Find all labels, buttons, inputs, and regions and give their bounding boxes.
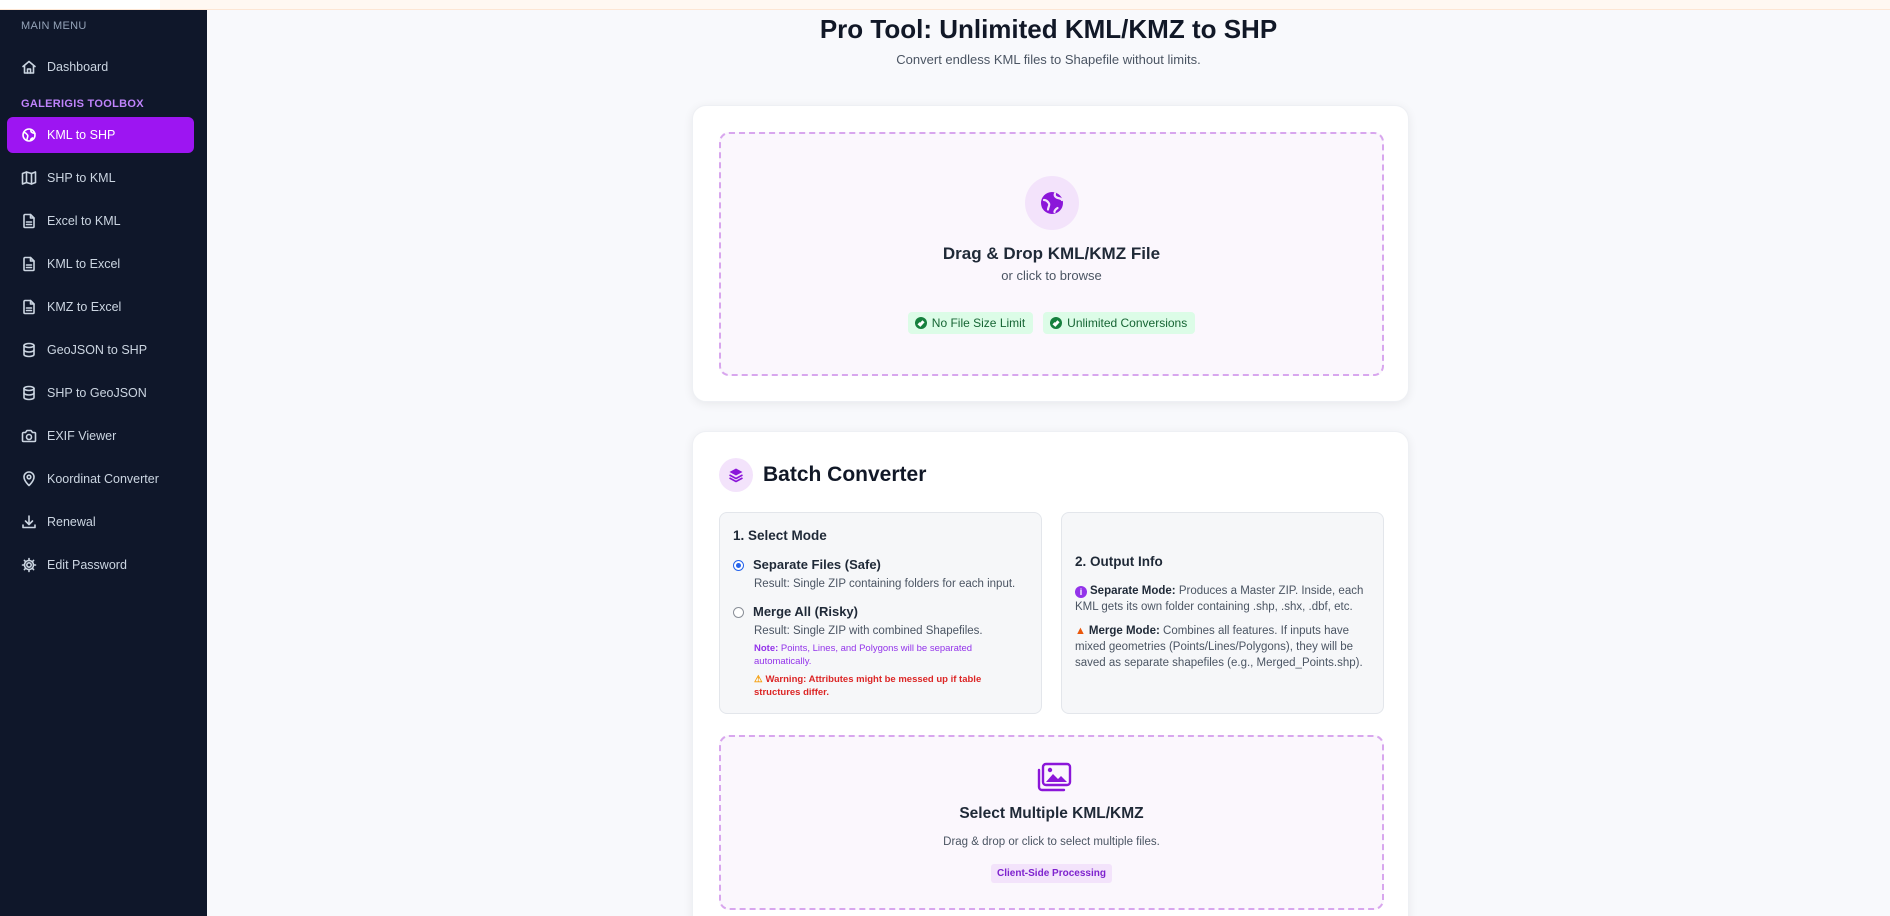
sidebar-item-label: GeoJSON to SHP xyxy=(47,343,148,357)
top-notice-bar xyxy=(160,0,1890,9)
sidebar-item-dashboard[interactable]: Dashboard xyxy=(7,49,194,85)
sidebar-item-kmz-to-excel[interactable]: KMZ to Excel xyxy=(7,289,194,325)
merge-note: Note: Points, Lines, and Polygons will b… xyxy=(754,642,1014,668)
images-icon xyxy=(1037,762,1072,792)
camera-icon xyxy=(21,428,37,444)
warning-icon: ▲ xyxy=(1075,625,1086,637)
info-icon: i xyxy=(1075,586,1087,598)
sidebar-item-label: KML to Excel xyxy=(47,257,121,271)
separate-files-description: Result: Single ZIP containing folders fo… xyxy=(754,578,1016,590)
map-pin-icon xyxy=(21,471,37,487)
note-text: Points, Lines, and Polygons will be sepa… xyxy=(754,643,973,667)
radio-merge-all[interactable]: Merge All (Risky) xyxy=(733,604,858,619)
sidebar-item-label: Excel to KML xyxy=(47,214,121,228)
radio-separate-files[interactable]: Separate Files (Safe) xyxy=(733,557,881,572)
merge-mode-info: ▲ Merge Mode: Combines all features. If i… xyxy=(1075,623,1373,671)
sidebar-item-renewal[interactable]: Renewal xyxy=(7,504,194,540)
radio-label[interactable]: Separate Files (Safe) xyxy=(753,557,881,572)
database-icon xyxy=(21,385,37,401)
sidebar-item-kml-to-excel[interactable]: KML to Excel xyxy=(7,246,194,282)
sidebar-item-edit-password[interactable]: Edit Password xyxy=(7,547,194,583)
globe-icon xyxy=(21,127,37,143)
output-info-heading: 2. Output Info xyxy=(1075,554,1163,569)
multi-dropzone-subtitle: Drag & drop or click to select multiple … xyxy=(943,836,1160,848)
sidebar-item-geojson-to-shp[interactable]: GeoJSON to SHP xyxy=(7,332,194,368)
feature-badges: No File Size Limit Unlimited Conversions xyxy=(721,312,1382,334)
sidebar-item-label: KMZ to Excel xyxy=(47,300,122,314)
select-mode-panel: 1. Select Mode Separate Files (Safe) Res… xyxy=(719,512,1042,714)
sidebar-item-koordinat-converter[interactable]: Koordinat Converter xyxy=(7,461,194,497)
sidebar-item-label: Renewal xyxy=(47,515,96,529)
file-icon xyxy=(21,256,37,272)
file-icon xyxy=(21,299,37,315)
select-mode-heading: 1. Select Mode xyxy=(733,528,827,543)
multi-file-dropzone[interactable]: Select Multiple KML/KMZ Drag & drop or c… xyxy=(719,735,1384,910)
dropzone-title: Drag & Drop KML/KMZ File xyxy=(942,244,1161,263)
check-circle-icon xyxy=(1050,317,1063,329)
sidebar: MAIN MENU Dashboard GALERIGIS TOOLBOX KM… xyxy=(0,10,207,916)
layers-icon xyxy=(719,458,753,492)
check-circle-icon xyxy=(914,317,927,329)
radio-button-checked[interactable] xyxy=(733,560,744,571)
badge-label: Unlimited Conversions xyxy=(1067,316,1188,330)
home-icon xyxy=(21,59,37,75)
sidebar-item-exif-viewer[interactable]: EXIF Viewer xyxy=(7,418,194,454)
separate-mode-info: i Separate Mode: Produces a Master ZIP. I… xyxy=(1075,583,1373,615)
warning-icon: ⚠ xyxy=(754,674,763,685)
badge-unlimited-conversions: Unlimited Conversions xyxy=(1043,312,1196,334)
sidebar-item-shp-to-kml[interactable]: SHP to KML xyxy=(7,160,194,196)
file-icon xyxy=(21,213,37,229)
main-menu-label: MAIN MENU xyxy=(21,20,87,32)
separate-mode-label: Separate Mode: xyxy=(1090,585,1176,597)
sidebar-item-kml-to-shp[interactable]: KML to SHP xyxy=(7,117,194,153)
batch-title: Batch Converter xyxy=(763,463,927,486)
client-side-badge: Client-Side Processing xyxy=(721,864,1382,883)
upload-card: Drag & Drop KML/KMZ File or click to bro… xyxy=(692,105,1409,402)
badge-no-file-size-limit: No File Size Limit xyxy=(907,312,1034,334)
merge-mode-label: Merge Mode: xyxy=(1088,625,1160,637)
dropzone-subtitle: or click to browse xyxy=(1001,268,1102,283)
sidebar-item-label: KML to SHP xyxy=(47,128,116,142)
gear-icon xyxy=(21,557,37,573)
warning-text: Warning: Attributes might be messed up i… xyxy=(754,674,982,698)
map-icon xyxy=(21,170,37,186)
multi-dropzone-title: Select Multiple KML/KMZ xyxy=(959,805,1144,822)
sidebar-item-label: Koordinat Converter xyxy=(47,472,159,486)
output-info-panel: 2. Output Info i Separate Mode: Produces … xyxy=(1061,512,1384,714)
merge-all-description: Result: Single ZIP with combined Shapefi… xyxy=(754,625,983,637)
globe-upload-icon xyxy=(1025,176,1079,230)
page-title: Pro Tool: Unlimited KML/KMZ to SHP xyxy=(819,14,1278,44)
download-icon xyxy=(21,514,37,530)
note-label: Note: xyxy=(754,643,779,654)
batch-converter-card: Batch Converter 1. Select Mode Separate … xyxy=(692,431,1409,916)
sidebar-item-label: Edit Password xyxy=(47,558,127,572)
merge-warning: ⚠ Warning: Attributes might be messed up … xyxy=(754,673,1014,699)
badge-label: No File Size Limit xyxy=(931,316,1026,330)
sidebar-item-label: SHP to GeoJSON xyxy=(47,386,147,400)
radio-button[interactable] xyxy=(733,607,744,618)
database-icon xyxy=(21,342,37,358)
toolbox-label: GALERIGIS TOOLBOX xyxy=(21,98,144,110)
batch-header: Batch Converter xyxy=(719,458,926,492)
sidebar-item-label: SHP to KML xyxy=(47,171,116,185)
badge-label: Client-Side Processing xyxy=(991,864,1112,883)
sidebar-item-shp-to-geojson[interactable]: SHP to GeoJSON xyxy=(7,375,194,411)
file-dropzone[interactable]: Drag & Drop KML/KMZ File or click to bro… xyxy=(719,132,1384,376)
sidebar-item-label: EXIF Viewer xyxy=(47,429,117,443)
sidebar-item-label: Dashboard xyxy=(47,60,109,74)
radio-label[interactable]: Merge All (Risky) xyxy=(753,604,858,619)
sidebar-item-excel-to-kml[interactable]: Excel to KML xyxy=(7,203,194,239)
page-subtitle: Convert endless KML files to Shapefile w… xyxy=(896,52,1201,67)
